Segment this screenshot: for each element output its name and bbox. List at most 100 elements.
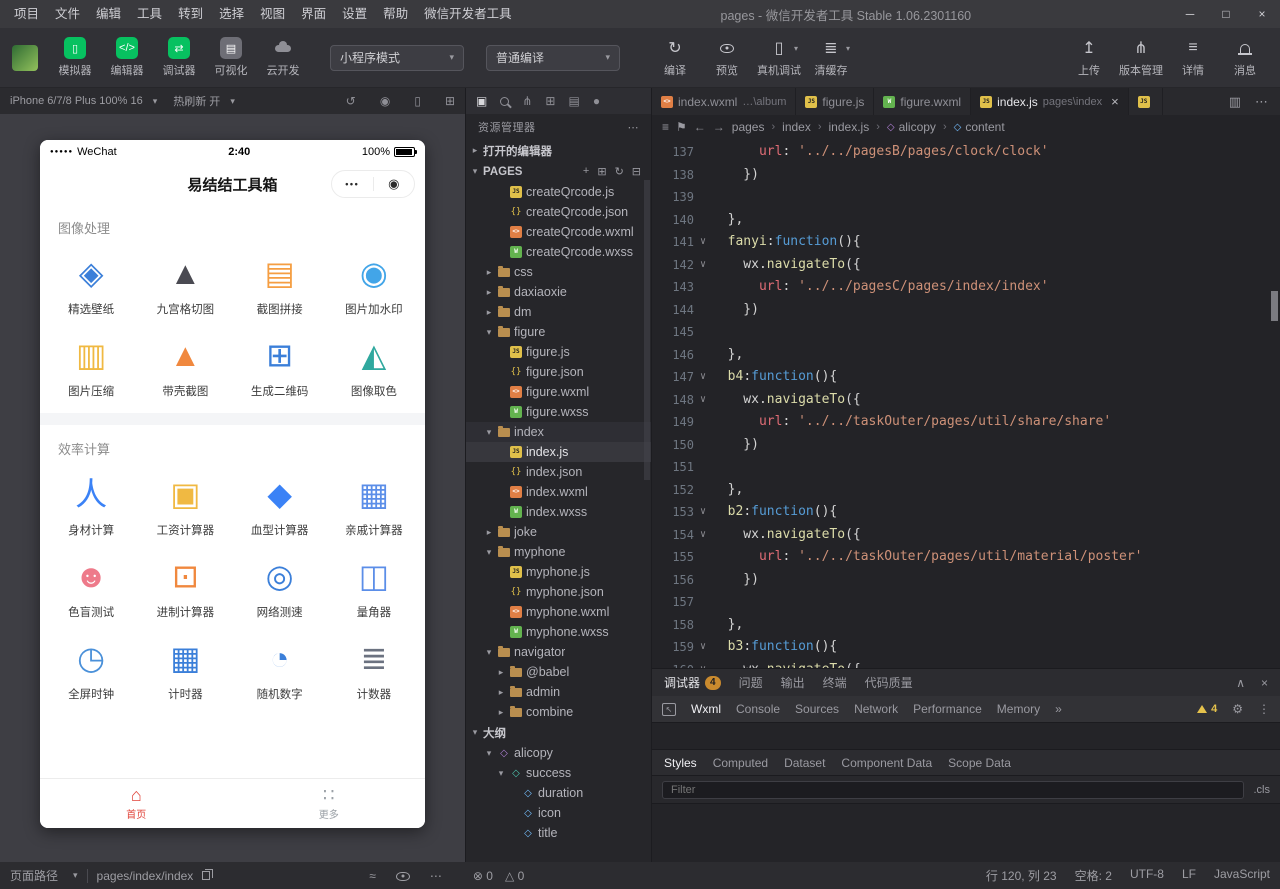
code-line[interactable]: 149 url: '../../taskOuter/pages/util/sha…: [652, 411, 1280, 434]
eol-setting[interactable]: LF: [1182, 867, 1196, 884]
editor-tab[interactable]: JSfigure.js: [796, 88, 874, 115]
tree-item[interactable]: {}figure.json: [466, 362, 651, 382]
maximize-button[interactable]: □: [1208, 0, 1244, 28]
code-line[interactable]: 140 },: [652, 209, 1280, 232]
tree-item[interactable]: WcreateQrcode.wxss: [466, 242, 651, 262]
code-line[interactable]: 155 url: '../../taskOuter/pages/util/mat…: [652, 546, 1280, 569]
outline-list-icon[interactable]: ≡: [662, 120, 669, 134]
cls-toggle[interactable]: .cls: [1254, 784, 1271, 796]
pages-section[interactable]: ▾ PAGES +⊞↻⊟: [466, 161, 651, 182]
inspector-tab[interactable]: Styles: [664, 756, 697, 770]
tree-item[interactable]: ▸css: [466, 262, 651, 282]
grid-item[interactable]: ≣计数器: [327, 634, 421, 702]
close-button[interactable]: ×: [1244, 0, 1280, 28]
eye-icon[interactable]: [396, 869, 410, 883]
outline-item[interactable]: ▾◇alicopy: [466, 743, 651, 763]
menu-item[interactable]: 项目: [6, 0, 47, 28]
tree-item[interactable]: <>myphone.wxml: [466, 602, 651, 622]
grid-item[interactable]: 人身材计算: [44, 470, 138, 538]
tree-item[interactable]: {}createQrcode.json: [466, 202, 651, 222]
device-frame-icon[interactable]: ▯: [414, 94, 421, 108]
fold-icon[interactable]: ∨: [694, 501, 712, 524]
tree-item[interactable]: ▸admin: [466, 682, 651, 702]
git-branch-icon[interactable]: ⋔: [522, 94, 532, 108]
inspector-tab[interactable]: Scope Data: [948, 756, 1011, 770]
nav-back-button[interactable]: ←: [694, 120, 706, 134]
problem-counts[interactable]: ⊗ 0 △ 0: [473, 869, 524, 883]
panel-tab[interactable]: 调试器4: [664, 674, 721, 691]
grid-item[interactable]: ▤截图拼接: [233, 249, 327, 317]
fold-icon[interactable]: ∨: [694, 254, 712, 277]
devtools-settings-icon[interactable]: ⚙: [1232, 702, 1243, 716]
tree-item[interactable]: ▸dm: [466, 302, 651, 322]
code-line[interactable]: 152 },: [652, 479, 1280, 502]
grid-item[interactable]: ▥图片压缩: [44, 331, 138, 399]
devtools-tab[interactable]: Network: [854, 702, 898, 716]
cloud-dev-button[interactable]: 云开发: [260, 37, 306, 78]
inspector-tab[interactable]: Component Data: [841, 756, 932, 770]
multi-window-icon[interactable]: ⊞: [445, 94, 455, 108]
menu-item[interactable]: 界面: [293, 0, 334, 28]
code-line[interactable]: 158 },: [652, 614, 1280, 637]
tree-item[interactable]: Wfigure.wxss: [466, 402, 651, 422]
tree-item[interactable]: ▾figure: [466, 322, 651, 342]
code-line[interactable]: 141∨ fanyi:function(){: [652, 231, 1280, 254]
code-line[interactable]: 154∨ wx.navigateTo({: [652, 524, 1280, 547]
phone-tab-more[interactable]: ∷更多: [233, 779, 426, 828]
capsule-more-button[interactable]: •••: [332, 171, 373, 197]
tree-item[interactable]: ▾myphone: [466, 542, 651, 562]
warning-count-badge[interactable]: 4: [1197, 703, 1217, 715]
tree-item[interactable]: JSindex.js: [466, 442, 651, 462]
bookmark-icon[interactable]: ⚑: [676, 120, 687, 134]
fold-icon[interactable]: ∨: [694, 636, 712, 659]
tree-item[interactable]: JSfigure.js: [466, 342, 651, 362]
debugger-button[interactable]: ⇄调试器: [156, 37, 202, 78]
explorer-scrollbar[interactable]: [644, 180, 650, 480]
devtools-tab[interactable]: Performance: [913, 702, 982, 716]
breadcrumb-item[interactable]: ◇alicopy: [887, 120, 936, 134]
collapse-all-button[interactable]: ⊟: [632, 165, 641, 178]
grid-item[interactable]: ◆血型计算器: [233, 470, 327, 538]
tab-close-button[interactable]: ×: [1111, 94, 1119, 109]
tree-item[interactable]: ▾navigator: [466, 642, 651, 662]
encoding-setting[interactable]: UTF-8: [1130, 867, 1164, 884]
fold-icon[interactable]: ∨: [694, 366, 712, 389]
menu-item[interactable]: 视图: [252, 0, 293, 28]
filter-input[interactable]: [662, 781, 1244, 799]
breadcrumb-item[interactable]: ◇content: [954, 120, 1005, 134]
outline-item[interactable]: ◇icon: [466, 803, 651, 823]
more-icon[interactable]: ⋯: [430, 869, 442, 883]
devtools-tab[interactable]: Wxml: [691, 702, 721, 716]
tree-item[interactable]: {}myphone.json: [466, 582, 651, 602]
grid-item[interactable]: ◭图像取色: [327, 331, 421, 399]
files-icon[interactable]: ▣: [476, 94, 487, 108]
compile-button[interactable]: ↻编译: [652, 37, 698, 78]
refresh-button[interactable]: ↻: [615, 165, 624, 178]
code-line[interactable]: 143 url: '../../pagesC/pages/index/index…: [652, 276, 1280, 299]
grid-item[interactable]: ◷全屏时钟: [44, 634, 138, 702]
capsule-home-button[interactable]: ◉: [374, 171, 415, 197]
code-line[interactable]: 142∨ wx.navigateTo({: [652, 254, 1280, 277]
code-line[interactable]: 137 url: '../../pagesB/pages/clock/clock…: [652, 141, 1280, 164]
code-line[interactable]: 139: [652, 186, 1280, 209]
inspector-tab[interactable]: Computed: [713, 756, 768, 770]
breadcrumb-item[interactable]: pages: [732, 120, 765, 134]
record-icon[interactable]: ◉: [380, 94, 390, 108]
rotate-icon[interactable]: ↺: [346, 94, 356, 108]
grid-item[interactable]: ◔随机数字: [233, 634, 327, 702]
simulator-button[interactable]: ▯模拟器: [52, 37, 98, 78]
panel-tab[interactable]: 代码质量: [865, 674, 913, 691]
kebab-menu-icon[interactable]: ⋮: [1258, 702, 1270, 716]
code-line[interactable]: 145: [652, 321, 1280, 344]
grid-item[interactable]: ◎网络测速: [233, 552, 327, 620]
tree-item[interactable]: <>createQrcode.wxml: [466, 222, 651, 242]
split-editor-button[interactable]: ▥: [1229, 94, 1241, 110]
grid-item[interactable]: ◈精选壁纸: [44, 249, 138, 317]
code-line[interactable]: 159∨ b3:function(){: [652, 636, 1280, 659]
device-debug-button[interactable]: ▯▾真机调试: [756, 37, 802, 78]
menu-item[interactable]: 帮助: [375, 0, 416, 28]
tree-item[interactable]: <>figure.wxml: [466, 382, 651, 402]
devtools-tab[interactable]: Console: [736, 702, 780, 716]
code-editor[interactable]: 137 url: '../../pagesB/pages/clock/clock…: [652, 139, 1280, 668]
new-folder-button[interactable]: ⊞: [597, 165, 606, 178]
